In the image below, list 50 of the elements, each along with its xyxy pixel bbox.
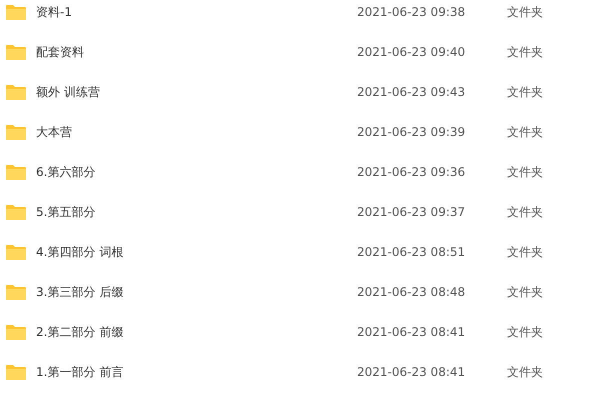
folder-icon <box>6 4 26 20</box>
file-row[interactable]: 6.第六部分 2021-06-23 09:36 文件夹 <box>0 152 591 192</box>
file-name: 额外 训练营 <box>36 84 101 101</box>
file-type: 文件夹 <box>507 284 543 301</box>
file-row[interactable]: 2.第二部分 前缀 2021-06-23 08:41 文件夹 <box>0 312 591 352</box>
file-type: 文件夹 <box>507 124 543 141</box>
folder-icon <box>6 364 26 380</box>
modified-date: 2021-06-23 08:51 <box>357 244 466 261</box>
file-name: 6.第六部分 <box>36 164 96 181</box>
modified-date: 2021-06-23 09:40 <box>357 44 466 61</box>
folder-icon <box>6 124 26 140</box>
modified-date: 2021-06-23 09:43 <box>357 84 466 101</box>
file-row[interactable]: 配套资料 2021-06-23 09:40 文件夹 <box>0 32 591 72</box>
modified-date: 2021-06-23 09:37 <box>357 204 466 221</box>
file-type: 文件夹 <box>507 364 543 381</box>
folder-icon <box>6 44 26 60</box>
modified-date: 2021-06-23 09:38 <box>357 4 466 21</box>
file-name: 5.第五部分 <box>36 204 96 221</box>
file-name: 1.第一部分 前言 <box>36 364 124 381</box>
folder-icon <box>6 284 26 300</box>
file-name: 大本营 <box>36 124 73 141</box>
folder-icon <box>6 324 26 340</box>
file-type: 文件夹 <box>507 204 543 221</box>
modified-date: 2021-06-23 09:36 <box>357 164 466 181</box>
file-name: 配套资料 <box>36 44 85 61</box>
file-type: 文件夹 <box>507 164 543 181</box>
file-type: 文件夹 <box>507 4 543 21</box>
file-type: 文件夹 <box>507 324 543 341</box>
file-name: 资料-1 <box>36 4 73 21</box>
folder-icon <box>6 244 26 260</box>
file-type: 文件夹 <box>507 84 543 101</box>
folder-icon <box>6 204 26 220</box>
file-row[interactable]: 3.第三部分 后缀 2021-06-23 08:48 文件夹 <box>0 272 591 312</box>
modified-date: 2021-06-23 08:41 <box>357 364 466 381</box>
file-row[interactable]: 大本营 2021-06-23 09:39 文件夹 <box>0 112 591 152</box>
modified-date: 2021-06-23 09:39 <box>357 124 466 141</box>
file-name: 2.第二部分 前缀 <box>36 324 124 341</box>
file-row[interactable]: 额外 训练营 2021-06-23 09:43 文件夹 <box>0 72 591 112</box>
modified-date: 2021-06-23 08:41 <box>357 324 466 341</box>
file-row[interactable]: 1.第一部分 前言 2021-06-23 08:41 文件夹 <box>0 352 591 392</box>
modified-date: 2021-06-23 08:48 <box>357 284 466 301</box>
file-name: 4.第四部分 词根 <box>36 244 124 261</box>
file-type: 文件夹 <box>507 44 543 61</box>
file-name: 3.第三部分 后缀 <box>36 284 124 301</box>
file-row[interactable]: 5.第五部分 2021-06-23 09:37 文件夹 <box>0 192 591 232</box>
file-row[interactable]: 资料-1 2021-06-23 09:38 文件夹 <box>0 0 591 32</box>
folder-icon <box>6 164 26 180</box>
folder-icon <box>6 84 26 100</box>
file-row[interactable]: 4.第四部分 词根 2021-06-23 08:51 文件夹 <box>0 232 591 272</box>
file-type: 文件夹 <box>507 244 543 261</box>
